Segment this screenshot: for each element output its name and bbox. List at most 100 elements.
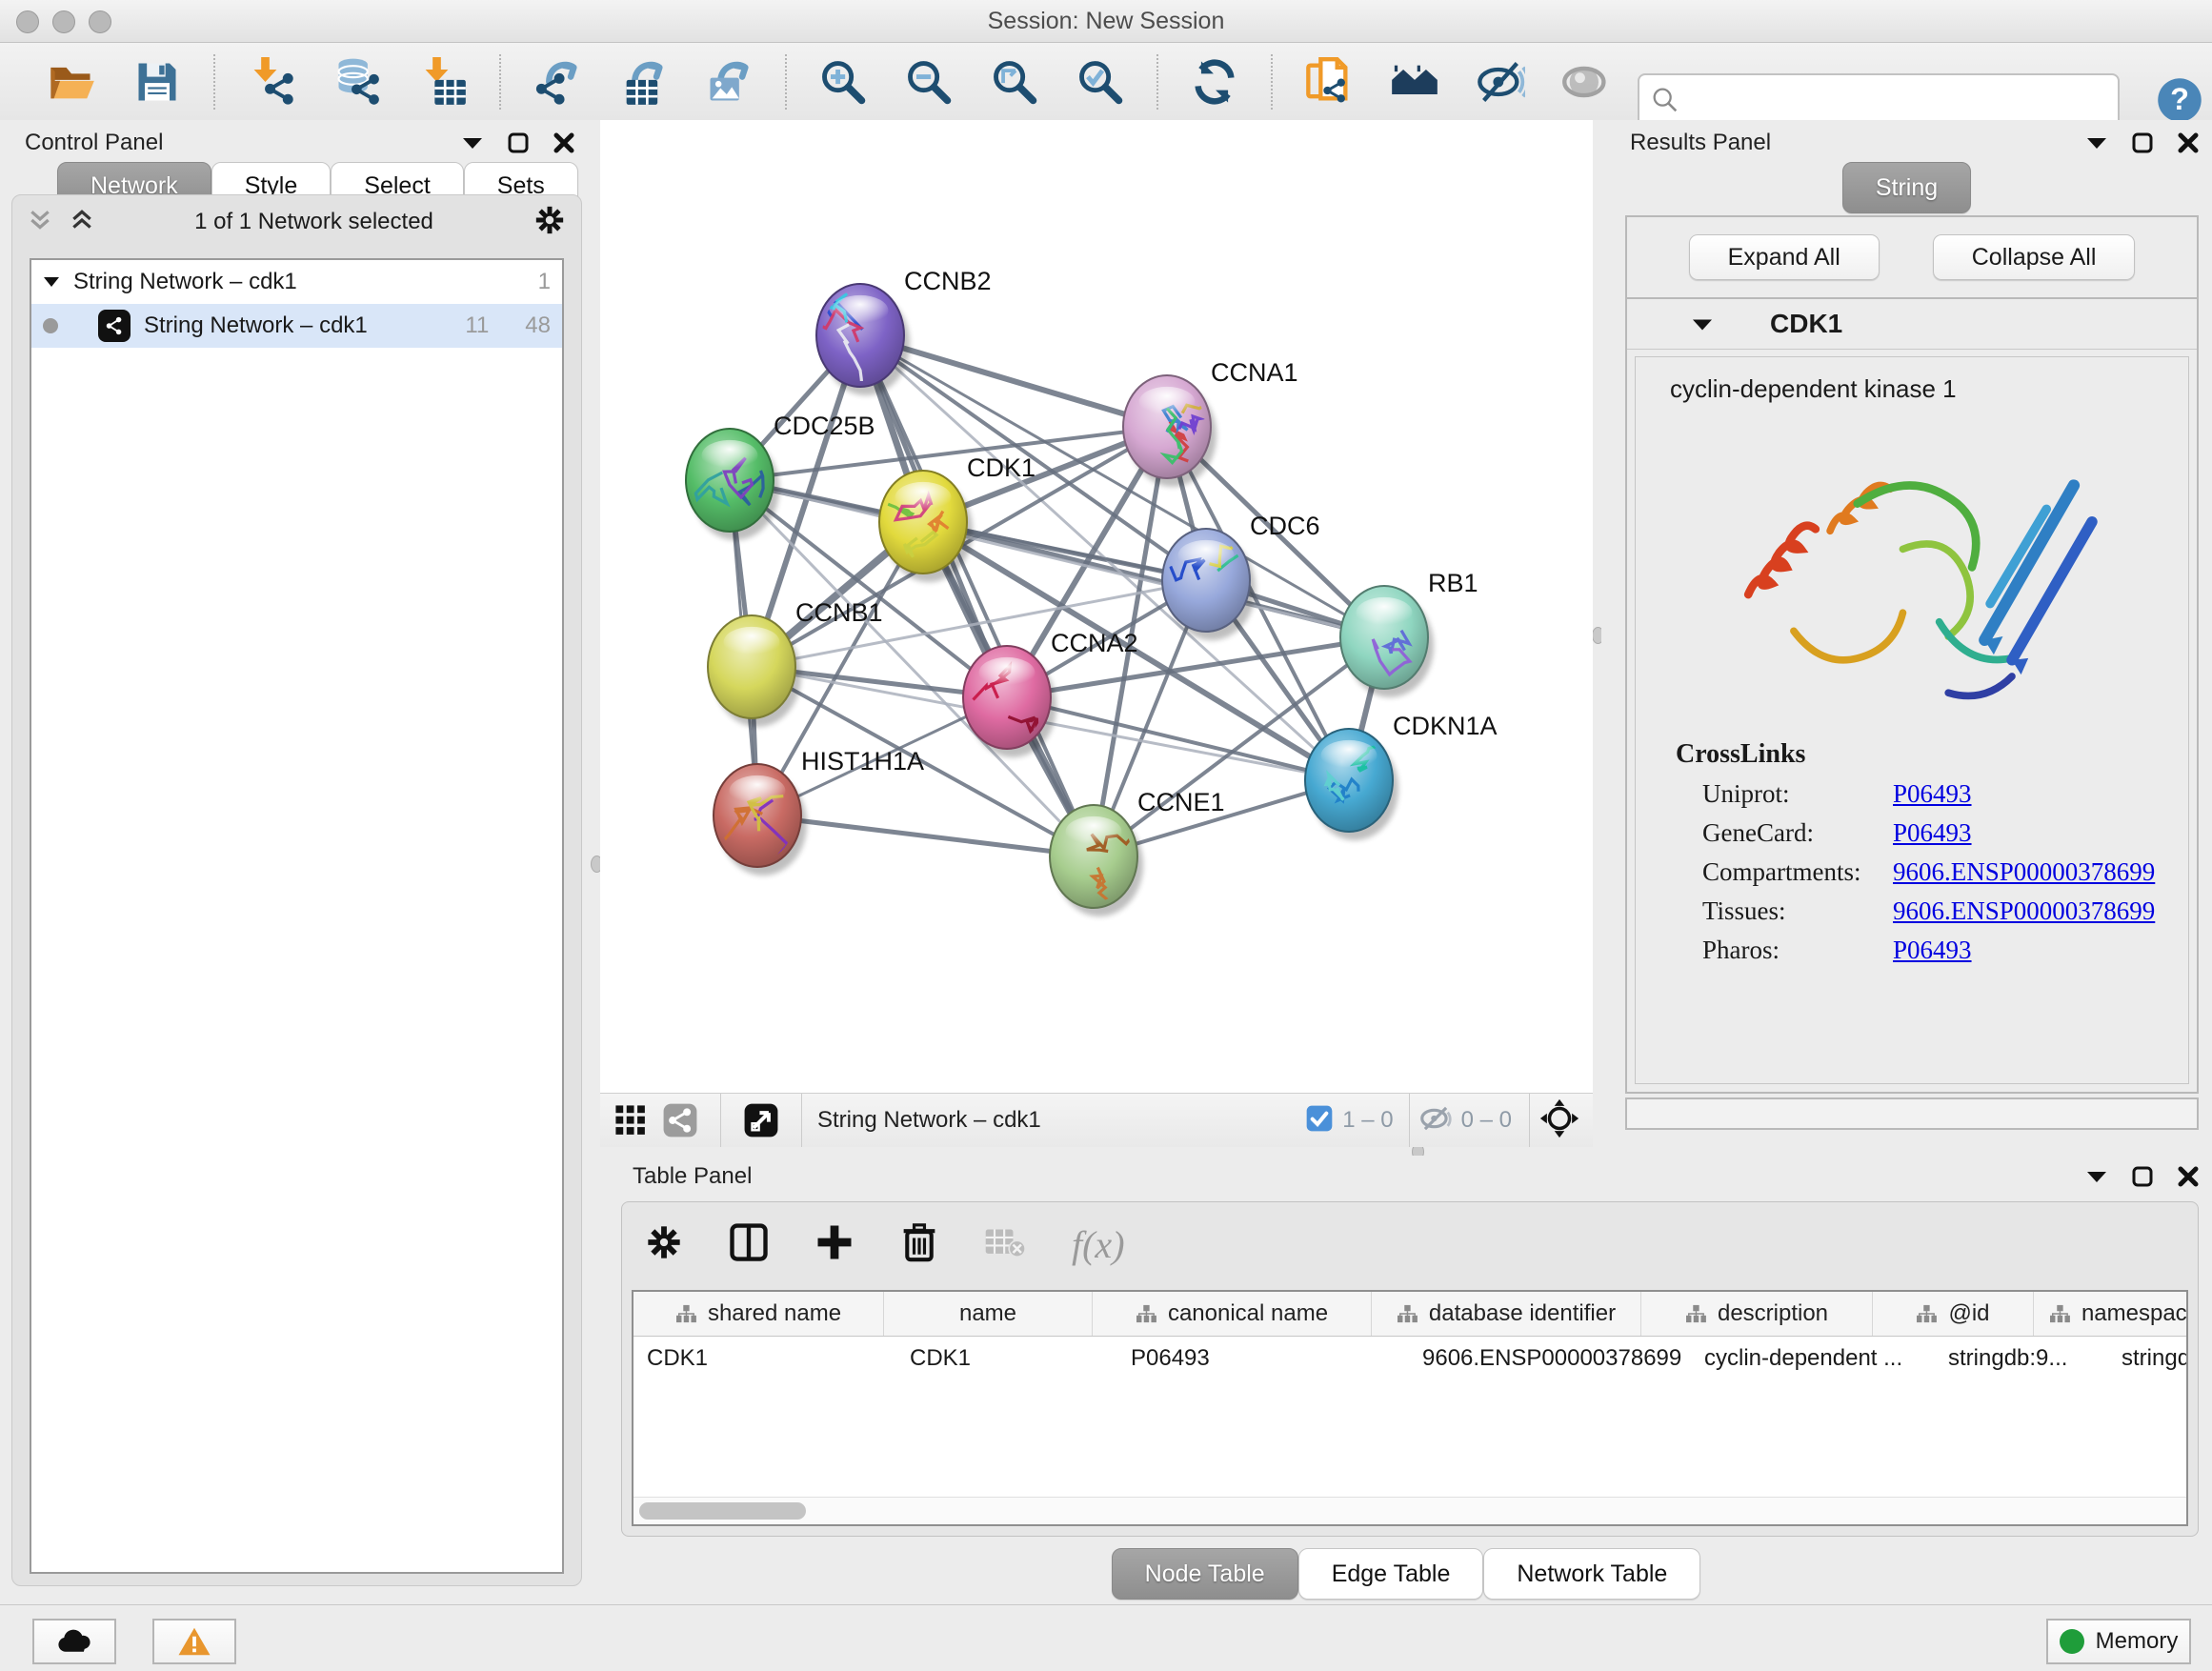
column-header--id[interactable]: @id: [1873, 1292, 2034, 1336]
network-node-CDC25B[interactable]: [686, 429, 779, 540]
first-neighbors-icon[interactable]: [1385, 52, 1444, 111]
panel-close-icon[interactable]: [2178, 132, 2199, 153]
refresh-icon[interactable]: [1185, 52, 1244, 111]
column-header-description[interactable]: description: [1641, 1292, 1873, 1336]
selected-nodes-checkbox-icon[interactable]: [1304, 1103, 1335, 1138]
column-header-shared-name[interactable]: shared name: [633, 1292, 884, 1336]
expand-all-networks-icon[interactable]: [70, 208, 94, 237]
import-network-icon[interactable]: [242, 52, 301, 111]
open-folder-icon[interactable]: [42, 52, 101, 111]
entry-collapse-icon[interactable]: [1692, 317, 1713, 332]
grid-view-icon[interactable]: [606, 1091, 655, 1150]
panel-close-icon[interactable]: [553, 132, 574, 153]
network-edge[interactable]: [860, 335, 1094, 856]
network-node-CCNA1[interactable]: [1123, 375, 1217, 487]
network-node-RB1[interactable]: [1340, 586, 1434, 697]
node-table[interactable]: shared namenamecanonical namedatabase id…: [632, 1290, 2188, 1526]
hidden-eye-icon[interactable]: [1418, 1104, 1454, 1137]
expand-all-button[interactable]: Expand All: [1689, 234, 1880, 280]
network-node-CCNE1[interactable]: [1050, 805, 1143, 916]
search-input[interactable]: [1691, 80, 2118, 124]
table-panel: Table Panel f(x) shared namenamecanonica…: [600, 1156, 2212, 1603]
column-header-namespace[interactable]: namespace: [2034, 1292, 2188, 1336]
network-view-mode-icon[interactable]: [655, 1091, 705, 1150]
network-node-CCNB2[interactable]: [798, 284, 910, 395]
panel-collapse-icon[interactable]: [2086, 1170, 2107, 1183]
table-horizontal-scrollbar[interactable]: [633, 1497, 2186, 1524]
network-collection-row[interactable]: String Network – cdk1 1: [31, 260, 562, 304]
add-column-icon[interactable]: [814, 1222, 855, 1267]
crosslink-link[interactable]: 9606.ENSP00000378699: [1893, 896, 2155, 926]
panel-collapse-icon[interactable]: [2086, 136, 2107, 150]
warnings-button[interactable]: [152, 1619, 236, 1664]
network-options-gear-icon[interactable]: [533, 204, 566, 241]
zoom-fit-icon[interactable]: [985, 52, 1044, 111]
collapse-all-button[interactable]: Collapse All: [1933, 234, 2136, 280]
table-settings-gear-icon[interactable]: [645, 1223, 683, 1266]
birdseye-view-icon[interactable]: [736, 1091, 786, 1150]
table-cell[interactable]: CDK1: [633, 1337, 896, 1380]
save-icon[interactable]: [128, 52, 187, 111]
left-splitter[interactable]: [592, 120, 600, 1147]
panel-float-icon[interactable]: [2132, 132, 2153, 153]
control-panel: Control Panel NetworkStyleSelectSets 1 o…: [0, 120, 592, 1603]
network-row-selected[interactable]: String Network – cdk1 11 48: [31, 304, 562, 348]
collection-count: 1: [538, 269, 551, 295]
table-cell[interactable]: CDK1: [896, 1337, 1117, 1380]
results-scrollbar[interactable]: [1625, 1097, 2199, 1130]
table-cell[interactable]: stringdb: [2108, 1337, 2188, 1380]
panel-float-icon[interactable]: [508, 132, 529, 153]
crosslink-link[interactable]: P06493: [1893, 779, 1972, 809]
import-database-icon[interactable]: [328, 52, 387, 111]
zoom-in-icon[interactable]: [814, 52, 873, 111]
hide-selected-icon[interactable]: [1471, 52, 1530, 111]
fit-selected-crosshair-icon[interactable]: [1539, 1098, 1579, 1143]
tab-network-table[interactable]: Network Table: [1483, 1548, 1700, 1600]
crosslink-link[interactable]: P06493: [1893, 818, 1972, 848]
panel-collapse-icon[interactable]: [462, 136, 483, 150]
crosslink-link[interactable]: 9606.ENSP00000378699: [1893, 857, 2155, 887]
memory-status-icon: [2060, 1629, 2084, 1654]
network-node-CDKN1A[interactable]: [1305, 729, 1398, 840]
column-header-database-identifier[interactable]: database identifier: [1372, 1292, 1641, 1336]
network-node-HIST1H1A[interactable]: [714, 764, 807, 876]
table-cell[interactable]: 9606.ENSP00000378699: [1409, 1337, 1691, 1380]
table-row[interactable]: CDK1CDK1P064939606.ENSP00000378699cyclin…: [633, 1337, 2186, 1380]
table-cell[interactable]: stringdb:9...: [1935, 1337, 2108, 1380]
zoom-selected-icon[interactable]: [1071, 52, 1130, 111]
right-splitter[interactable]: [1593, 120, 1601, 1147]
delete-column-trash-icon[interactable]: [900, 1221, 938, 1268]
import-table-icon[interactable]: [413, 52, 473, 111]
export-table-icon[interactable]: [613, 52, 673, 111]
table-cell[interactable]: P06493: [1117, 1337, 1409, 1380]
network-edge[interactable]: [757, 815, 1094, 856]
network-node-CCNA2[interactable]: [963, 646, 1056, 757]
tab-string[interactable]: String: [1842, 162, 1971, 213]
panel-float-icon[interactable]: [2132, 1166, 2153, 1187]
scrollbar-thumb[interactable]: [639, 1502, 806, 1520]
network-graph[interactable]: CCNB2 CCNA1 CDC25B CDK1 CDC6: [604, 120, 1589, 1094]
network-manager: 1 of 1 Network selected String Network –…: [11, 194, 582, 1586]
tab-node-table[interactable]: Node Table: [1112, 1548, 1298, 1600]
clone-network-icon[interactable]: [1299, 52, 1358, 111]
node-label-CCNB1: CCNB1: [795, 598, 883, 627]
zoom-out-icon[interactable]: [899, 52, 958, 111]
network-label: String Network – cdk1: [144, 312, 452, 339]
cloud-button[interactable]: [32, 1619, 116, 1664]
column-header-canonical-name[interactable]: canonical name: [1093, 1292, 1372, 1336]
tab-edge-table[interactable]: Edge Table: [1298, 1548, 1484, 1600]
node-label-CCNA1: CCNA1: [1211, 358, 1298, 387]
panel-close-icon[interactable]: [2178, 1166, 2199, 1187]
column-header-name[interactable]: name: [884, 1292, 1093, 1336]
crosslink-link[interactable]: P06493: [1893, 936, 1972, 965]
table-cell[interactable]: cyclin-dependent ...: [1691, 1337, 1935, 1380]
tree-expand-icon[interactable]: [43, 276, 60, 288]
show-all-icon: [1557, 52, 1616, 111]
network-node-CDK1[interactable]: [866, 471, 973, 582]
show-columns-icon[interactable]: [729, 1222, 769, 1267]
export-network-icon[interactable]: [528, 52, 587, 111]
memory-button[interactable]: Memory: [2046, 1619, 2191, 1664]
network-canvas[interactable]: CCNB2 CCNA1 CDC25B CDK1 CDC6: [600, 120, 1593, 1147]
collapse-all-networks-icon[interactable]: [28, 208, 52, 237]
export-image-icon[interactable]: [699, 52, 758, 111]
